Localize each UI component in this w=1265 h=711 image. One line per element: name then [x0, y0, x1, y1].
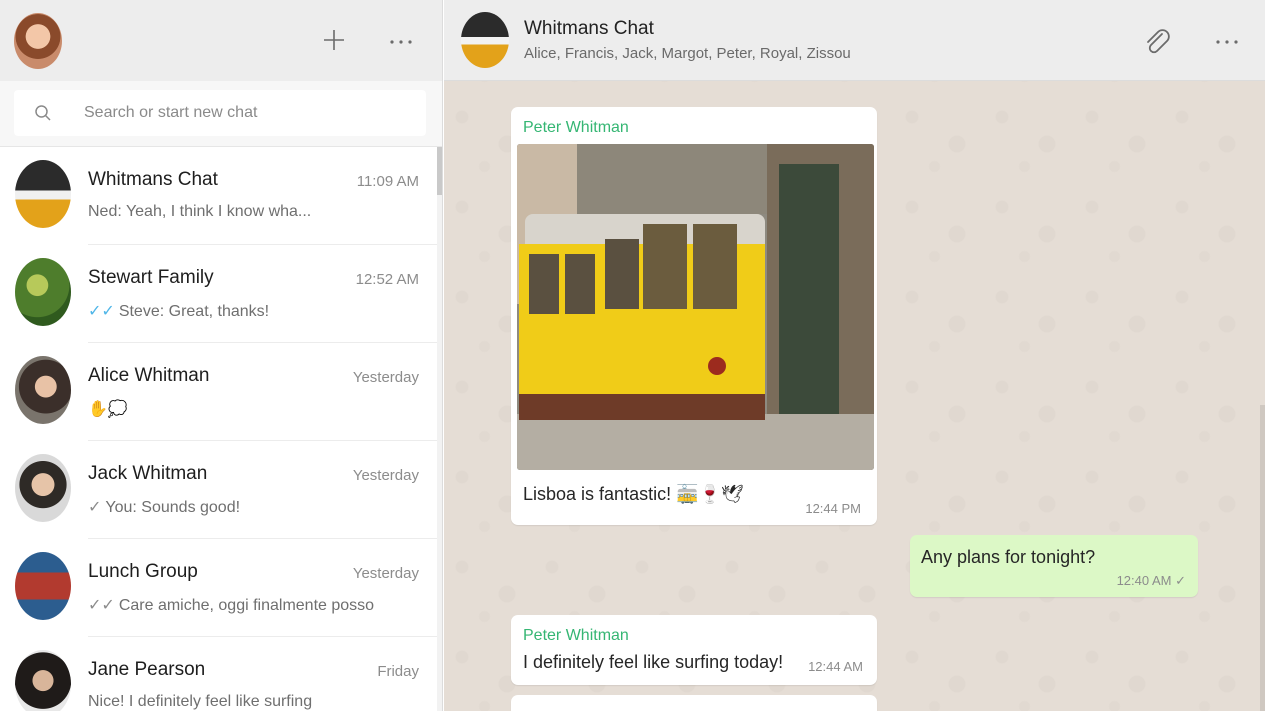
- chat-list: Whitmans Chat 11:09 AM Ned: Yeah, I thin…: [0, 147, 437, 711]
- new-chat-button[interactable]: [316, 22, 352, 58]
- chat-preview-text: Ned: Yeah, I think I know wha...: [88, 203, 312, 220]
- more-icon: [1216, 40, 1238, 44]
- chat-list-panel: Whitmans Chat 11:09 AM Ned: Yeah, I thin…: [0, 0, 443, 711]
- chat-preview-text: Steve: Great, thanks!: [118, 303, 270, 320]
- chat-time: Yesterday: [352, 369, 419, 386]
- chat-item-lunch-group[interactable]: Lunch Group Yesterday ✓✓ Care amiche, ogg…: [0, 539, 437, 637]
- conversation-title: Whitmans Chat: [524, 18, 654, 39]
- conversation-menu-button[interactable]: [1209, 24, 1245, 60]
- group-avatar[interactable]: [461, 12, 509, 68]
- chat-preview: ✓ You: Sounds good!: [88, 497, 240, 517]
- chat-time: 11:09 AM: [356, 173, 419, 190]
- avatar: [15, 356, 71, 424]
- delivered-tick-icon: ✓✓: [88, 597, 115, 614]
- chat-list-scrollbar[interactable]: [437, 147, 442, 711]
- conversation-scrollbar[interactable]: [1260, 405, 1265, 711]
- chat-preview: ✋💭: [88, 399, 128, 419]
- message-sender: Peter Whitman: [523, 119, 629, 136]
- message-incoming-partial[interactable]: [511, 695, 877, 711]
- chat-name: Jack Whitman: [88, 463, 208, 484]
- message-sender: Peter Whitman: [523, 627, 629, 644]
- chat-name: Whitmans Chat: [88, 169, 218, 190]
- photo-tram[interactable]: [517, 144, 874, 470]
- chat-item-stewart-family[interactable]: Stewart Family 12:52 AM ✓✓ Steve: Great, …: [0, 245, 437, 343]
- avatar: [15, 454, 71, 522]
- chat-preview-text: Care amiche, oggi finalmente posso: [118, 597, 375, 614]
- chat-preview-text: ✋💭: [88, 401, 128, 418]
- scroll-thumb[interactable]: [437, 147, 442, 195]
- message-text: I definitely feel like surfing today!: [523, 652, 784, 672]
- message-text: Any plans for tonight?: [921, 547, 1096, 567]
- chat-time: 12:52 AM: [355, 271, 419, 288]
- tram-photo-image: [517, 144, 874, 470]
- attach-button[interactable]: [1142, 26, 1172, 58]
- message-text: Lisboa is fantastic! 🚋🍷🕊: [523, 484, 744, 504]
- message-outgoing[interactable]: Any plans for tonight? 12:40 AM ✓: [910, 535, 1198, 597]
- chat-preview: Nice! I definitely feel like surfing: [88, 693, 312, 711]
- avatar: [15, 650, 71, 711]
- chat-name: Stewart Family: [88, 267, 214, 288]
- my-avatar[interactable]: [14, 13, 62, 69]
- chat-time: Yesterday: [352, 565, 419, 582]
- plus-icon: [324, 30, 344, 50]
- chat-time: Friday: [377, 663, 419, 680]
- avatar: [15, 552, 71, 620]
- conversation-members: Alice, Francis, Jack, Margot, Peter, Roy…: [524, 45, 851, 62]
- chat-item-jack-whitman[interactable]: Jack Whitman Yesterday ✓ You: Sounds good…: [0, 441, 437, 539]
- message-time: 12:44 AM: [808, 659, 863, 674]
- chat-time: Yesterday: [352, 467, 419, 484]
- chat-item-whitmans-chat[interactable]: Whitmans Chat 11:09 AM Ned: Yeah, I thin…: [0, 147, 437, 245]
- more-icon: [390, 40, 412, 44]
- search-input[interactable]: [84, 100, 404, 126]
- chat-preview: ✓✓ Steve: Great, thanks!: [88, 301, 269, 321]
- chat-name: Alice Whitman: [88, 365, 210, 386]
- avatar: [15, 258, 71, 326]
- message-incoming-photo[interactable]: Peter Whitman Lisboa is fantastic! 🚋🍷🕊 1…: [511, 107, 877, 525]
- chat-preview: Ned: Yeah, I think I know wha...: [88, 203, 311, 221]
- chat-preview: ✓✓ Care amiche, oggi finalmente posso: [88, 595, 374, 615]
- chat-name: Lunch Group: [88, 561, 198, 582]
- paperclip-icon: [1147, 29, 1170, 54]
- chat-preview-text: Nice! I definitely feel like surfing: [88, 693, 313, 710]
- chat-item-alice-whitman[interactable]: Alice Whitman Yesterday ✋💭: [0, 343, 437, 441]
- message-time: 12:40 AM ✓: [1116, 573, 1186, 588]
- message-incoming-text[interactable]: Peter Whitman I definitely feel like sur…: [511, 615, 877, 685]
- sent-tick-icon: ✓: [88, 499, 102, 516]
- chat-name: Jane Pearson: [88, 659, 206, 680]
- conversation-panel: Whitmans Chat Alice, Francis, Jack, Marg…: [444, 0, 1265, 711]
- left-header: [0, 0, 442, 81]
- chat-item-jane-pearson[interactable]: Jane Pearson Friday Nice! I definitely f…: [0, 637, 437, 711]
- message-time: 12:44 PM: [805, 501, 861, 516]
- conversation-header[interactable]: Whitmans Chat Alice, Francis, Jack, Marg…: [444, 0, 1265, 81]
- search-box: [14, 90, 426, 136]
- left-menu-button[interactable]: [383, 24, 419, 60]
- chat-preview-text: You: Sounds good!: [105, 499, 241, 516]
- search-bar: [0, 81, 442, 147]
- read-receipt-icon: ✓✓: [88, 303, 115, 320]
- search-icon: [35, 105, 51, 121]
- avatar: [15, 160, 71, 228]
